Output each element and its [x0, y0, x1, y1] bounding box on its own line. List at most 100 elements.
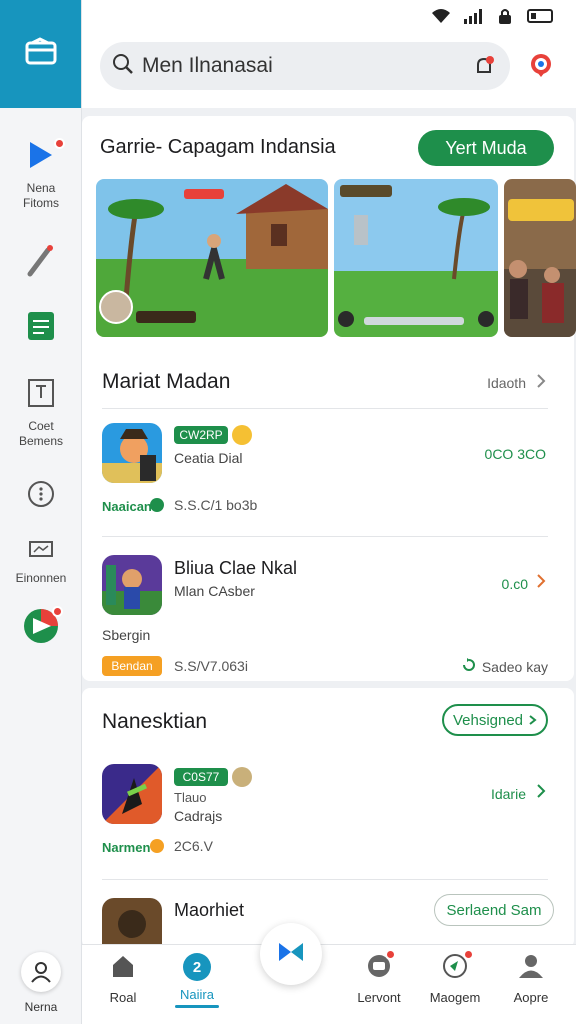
- chevron-right-icon: [536, 374, 546, 391]
- battery-icon: [526, 8, 556, 24]
- app-price: 0.c0: [501, 575, 528, 592]
- document-icon: [26, 310, 56, 347]
- nav-item-manage[interactable]: Maogem: [420, 949, 490, 1005]
- nav-item-events[interactable]: Lervont: [344, 949, 414, 1005]
- section-title: Mariat Madan: [102, 370, 231, 393]
- assistant-icon[interactable]: [528, 52, 554, 83]
- search-input[interactable]: Men Ilnanasai: [142, 54, 273, 78]
- section-button-label: Vehsigned: [452, 711, 524, 729]
- coin-icon: [232, 425, 252, 445]
- app-size: S.S/V7.063i: [174, 658, 248, 674]
- main-content: Garrie- Capagam Indansia Yert Muda Maria…: [82, 108, 576, 944]
- game-screenshot-1[interactable]: [96, 179, 328, 337]
- app-name: Maorhiet: [174, 900, 245, 920]
- app-icon: [102, 423, 162, 483]
- more-icon: [27, 480, 55, 513]
- app-icon: [102, 898, 162, 944]
- center-action-button[interactable]: [260, 923, 322, 985]
- bowtie-icon: [278, 941, 304, 968]
- divider: [102, 536, 548, 537]
- app-size: S.S.C/1 bo3b: [174, 497, 258, 513]
- app-tag: Sbergin: [102, 627, 151, 643]
- app-icon: [102, 764, 162, 824]
- notification-badge: [463, 949, 474, 960]
- app-price-group: 0.c0: [502, 574, 546, 593]
- coin-icon: [232, 767, 252, 787]
- section-button[interactable]: Vehsigned: [442, 704, 548, 736]
- rail-item-layout[interactable]: Coet Bemens: [0, 378, 82, 449]
- notification-badge: [54, 138, 65, 149]
- chevron-right-icon: [536, 784, 546, 803]
- featured-card: Garrie- Capagam Indansia Yert Muda Maria…: [82, 116, 576, 681]
- status-pill: CW2RP: [174, 426, 228, 444]
- compass-icon: [442, 954, 468, 983]
- app-tag: Narmen: [102, 840, 151, 855]
- divider: [102, 879, 548, 880]
- app-price: 0CO 3CO: [484, 446, 546, 462]
- rail-item-screen[interactable]: Einonnen: [0, 540, 82, 586]
- lock-icon: [494, 8, 516, 24]
- search-bar[interactable]: Men Ilnanasai: [100, 42, 510, 90]
- install-button[interactable]: Serlaend Sam: [434, 894, 554, 926]
- app-icon: [102, 555, 162, 615]
- search-icon: [112, 53, 134, 80]
- nav-label: Maogem: [429, 990, 481, 1005]
- wallet-icon[interactable]: [24, 36, 58, 72]
- nav-label: Naiira: [180, 987, 214, 1002]
- section-card: Nanesktian Vehsigned C0S77 Tlauo Cadrajs…: [82, 688, 574, 944]
- bottom-nav: Roal 2 Naiira Lervont Maogem Aopre: [82, 923, 576, 1024]
- user-icon: [21, 952, 61, 992]
- app-size: 2C6.V: [174, 838, 213, 854]
- signal-icon: [462, 8, 484, 24]
- rail-item-docs[interactable]: [0, 310, 82, 347]
- see-more-link[interactable]: Idaoth: [487, 374, 546, 391]
- app-name: Tlauo: [174, 790, 207, 805]
- profile-label: Nerna: [24, 1000, 58, 1014]
- section-title: Nanesktian: [102, 710, 208, 733]
- nav-label: Lervont: [357, 990, 401, 1005]
- profile-button[interactable]: Nerna: [0, 944, 82, 1024]
- rail-item-more[interactable]: [0, 480, 82, 513]
- nav-item-profile[interactable]: Aopre: [496, 953, 566, 1005]
- rail-item-play[interactable]: Nena Fitoms: [0, 138, 82, 211]
- nav-item-home[interactable]: Roal: [88, 953, 158, 1005]
- header: Men Ilnanasai: [82, 32, 576, 108]
- app-extra-label: Sadeo kay: [481, 658, 548, 675]
- featured-title: Garrie- Capagam Indansia: [100, 136, 336, 158]
- wifi-icon: [430, 8, 452, 24]
- game-screenshot-3[interactable]: [504, 179, 576, 337]
- nav-label: Roal: [109, 990, 137, 1005]
- badge-icon: [150, 839, 164, 853]
- chat-icon: [366, 955, 392, 983]
- status-pill: C0S77: [174, 768, 228, 786]
- notification-badge: [385, 949, 396, 960]
- refresh-icon: [462, 658, 476, 675]
- side-rail: Nena Fitoms Coet Bemens Einonnen: [0, 0, 82, 1024]
- person-icon: [518, 953, 544, 984]
- app-subtitle: Mlan CAsber: [174, 583, 255, 599]
- notification-icon[interactable]: [472, 54, 496, 83]
- screen-icon: [28, 540, 54, 565]
- game-app-icon: [23, 609, 59, 648]
- rail-item-tool[interactable]: [0, 244, 82, 283]
- game-screenshot-2[interactable]: [334, 179, 498, 337]
- app-name: Bliua Clae Nkal: [174, 558, 298, 578]
- app-tag: Naaican: [102, 499, 152, 514]
- verified-icon: [150, 498, 164, 512]
- rail-header[interactable]: [0, 0, 81, 108]
- nav-item-active[interactable]: 2 Naiira: [162, 953, 232, 1008]
- divider: [102, 408, 548, 409]
- rail-item-game[interactable]: [0, 606, 82, 649]
- rail-item-label: Einonnen: [15, 571, 67, 585]
- play-store-icon: [27, 142, 55, 174]
- active-badge-icon: 2: [183, 953, 211, 981]
- rail-item-label: Coet Bemens: [18, 419, 64, 448]
- chevron-right-icon: [536, 574, 546, 593]
- home-icon: [110, 953, 136, 984]
- rail-item-label: Nena Fitoms: [23, 181, 59, 210]
- notification-badge: [52, 606, 63, 617]
- chevron-right-icon: [529, 712, 537, 729]
- featured-button[interactable]: Yert Muda: [418, 130, 554, 166]
- nav-label: Aopre: [513, 990, 549, 1005]
- app-name: Ceatia Dial: [174, 450, 243, 466]
